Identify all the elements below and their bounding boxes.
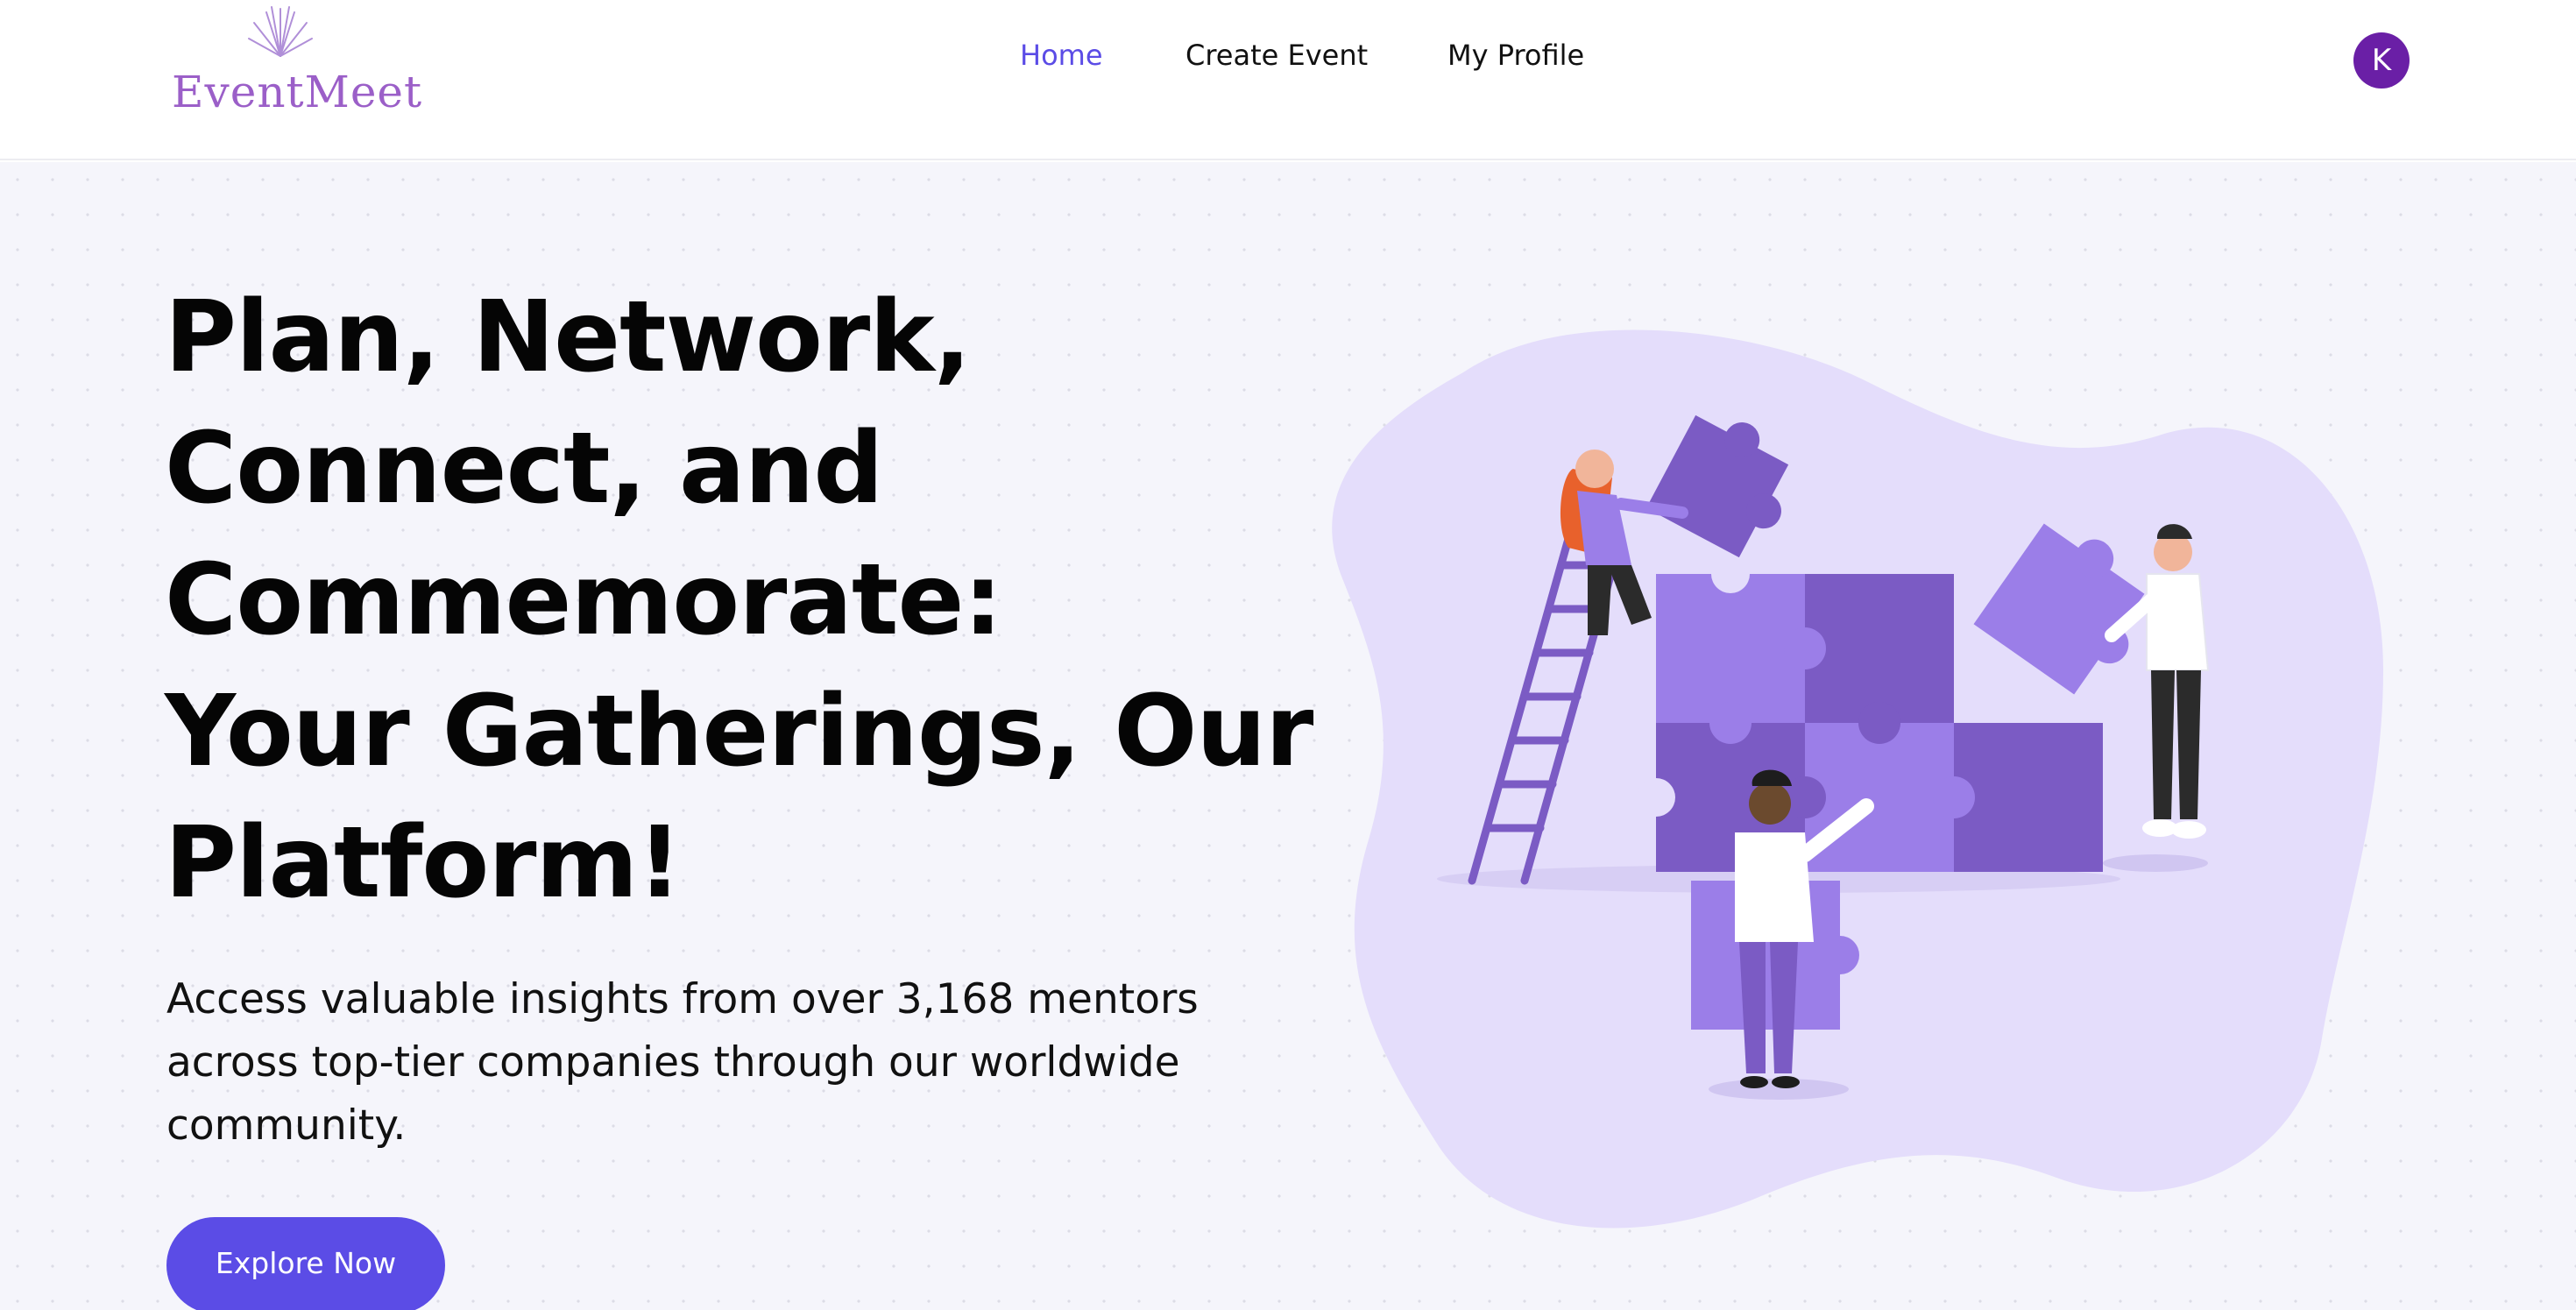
- user-avatar[interactable]: K: [2353, 32, 2410, 89]
- top-navbar: EventMeet Home Create Event My Profile K: [0, 0, 2576, 160]
- headline-line: Your Gatherings, Our: [165, 675, 1313, 789]
- headline-line: Platform!: [165, 806, 682, 920]
- headline-line: Connect, and: [165, 412, 884, 526]
- brand-name: EventMeet: [172, 67, 423, 117]
- explore-now-button[interactable]: Explore Now: [166, 1217, 445, 1310]
- hero-section: Plan, Network, Connect, and Commemorate:…: [0, 162, 2576, 1310]
- hero-subtext: Access valuable insights from over 3,168…: [166, 975, 1199, 1150]
- headline-line: Commemorate:: [165, 543, 1002, 657]
- fireworks-icon: [248, 6, 313, 57]
- nav-home-link[interactable]: Home: [1020, 39, 1103, 72]
- team-puzzle-illustration: [1332, 329, 2383, 1229]
- nav-my-profile-link[interactable]: My Profile: [1447, 39, 1584, 72]
- hero-headline: Plan, Network, Connect, and Commemorate:…: [165, 272, 1391, 929]
- brand-logo[interactable]: EventMeet: [172, 4, 421, 122]
- nav-create-event-link[interactable]: Create Event: [1185, 39, 1368, 72]
- headline-line: Plan, Network,: [165, 280, 971, 394]
